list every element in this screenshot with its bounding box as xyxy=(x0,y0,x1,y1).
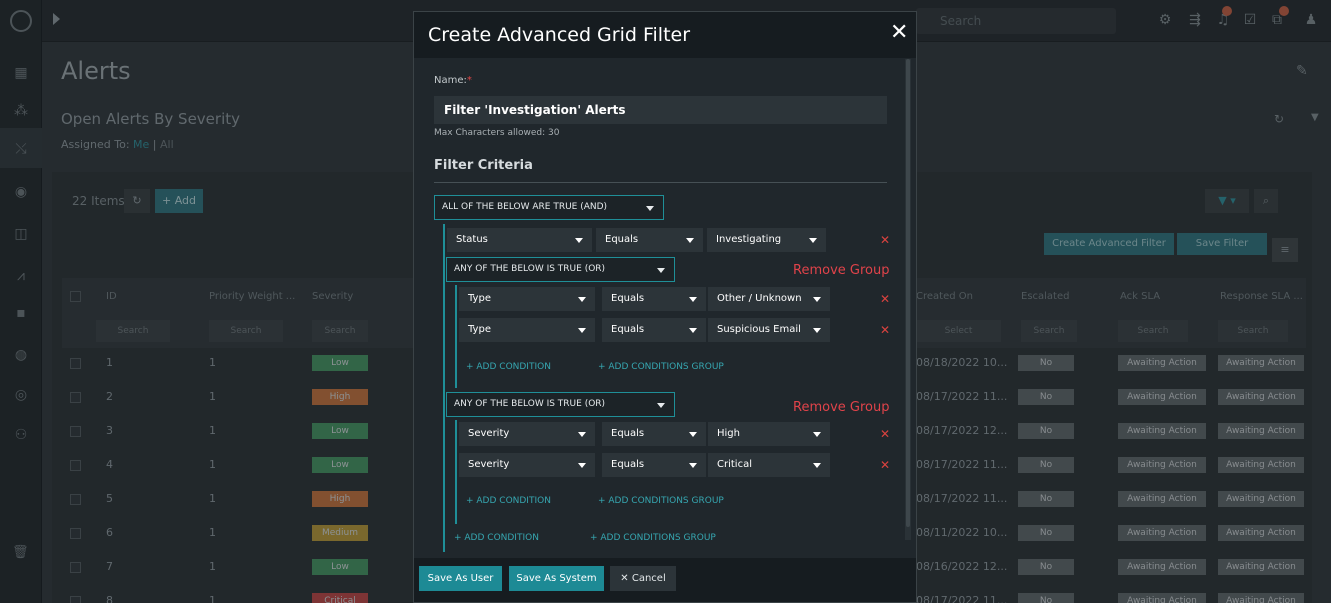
chevron-down-icon xyxy=(689,463,697,468)
group-2-condition-1-field-select[interactable]: Severity xyxy=(459,422,595,446)
group-1-operator-label: ANY OF THE BELOW IS TRUE (OR) xyxy=(454,264,606,274)
remove-condition-icon[interactable]: ✕ xyxy=(880,233,890,247)
chevron-down-icon xyxy=(657,268,665,273)
remove-condition-icon[interactable]: ✕ xyxy=(880,427,890,441)
root-condition-value-label: Investigating xyxy=(716,234,782,245)
root-condition-value-select[interactable]: Investigating xyxy=(707,228,826,252)
group-2-condition-1-value-label: High xyxy=(717,428,740,439)
group-1-condition-1-operator-label: Equals xyxy=(611,293,645,304)
chevron-down-icon xyxy=(578,297,586,302)
modal-header: Create Advanced Grid Filter ✕ xyxy=(414,12,916,58)
group-1-line xyxy=(455,285,457,388)
group-2-condition-2-operator-select[interactable]: Equals xyxy=(602,453,706,477)
group-1-operator-select[interactable]: ANY OF THE BELOW IS TRUE (OR) xyxy=(446,257,675,282)
chevron-down-icon xyxy=(809,238,817,243)
remove-condition-icon[interactable]: ✕ xyxy=(880,458,890,472)
chevron-down-icon xyxy=(689,297,697,302)
group-1-condition-1-value-select[interactable]: Other / Unknown xyxy=(708,287,830,311)
root-condition-operator-label: Equals xyxy=(605,234,639,245)
required-marker: * xyxy=(466,75,472,86)
root-condition-field-label: Status xyxy=(456,234,488,245)
group-2-operator-select[interactable]: ANY OF THE BELOW IS TRUE (OR) xyxy=(446,392,675,417)
cancel-button[interactable]: ✕ Cancel xyxy=(610,566,676,591)
group-1-condition-2-value-label: Suspicious Email xyxy=(717,324,801,335)
chevron-down-icon xyxy=(578,328,586,333)
group-2-condition-1-operator-select[interactable]: Equals xyxy=(602,422,706,446)
group-2-operator-label: ANY OF THE BELOW IS TRUE (OR) xyxy=(454,399,606,409)
save-as-user-button[interactable]: Save As User xyxy=(419,566,502,591)
modal-scroll-thumb[interactable] xyxy=(906,59,910,527)
chevron-down-icon xyxy=(686,238,694,243)
group-1-condition-1-field-label: Type xyxy=(468,293,491,304)
group-2-condition-2-value-label: Critical xyxy=(717,459,752,470)
group-1-condition-2-operator-label: Equals xyxy=(611,324,645,335)
chevron-down-icon xyxy=(646,206,654,211)
chevron-down-icon xyxy=(578,463,586,468)
group-2-condition-2-operator-label: Equals xyxy=(611,459,645,470)
group-2-remove-button[interactable]: Remove Group xyxy=(793,400,889,415)
chevron-down-icon xyxy=(813,463,821,468)
group-2-condition-2-field-select[interactable]: Severity xyxy=(459,453,595,477)
group-2-line xyxy=(455,420,457,524)
chevron-down-icon xyxy=(689,432,697,437)
group-1-add-conditions-group-link[interactable]: + ADD CONDITIONS GROUP xyxy=(598,362,724,372)
advanced-filter-modal: Create Advanced Grid Filter ✕ Name:* Max… xyxy=(413,11,917,603)
name-label-text: Name: xyxy=(434,75,467,86)
filter-name-input[interactable] xyxy=(434,96,887,124)
group-1-add-condition-link[interactable]: + ADD CONDITION xyxy=(466,362,551,372)
chevron-down-icon xyxy=(575,238,583,243)
max-chars-hint: Max Characters allowed: 30 xyxy=(434,128,560,138)
root-group-operator-select[interactable]: ALL OF THE BELOW ARE TRUE (AND) xyxy=(434,195,664,220)
group-2-condition-1-operator-label: Equals xyxy=(611,428,645,439)
filter-criteria-divider xyxy=(434,182,887,183)
filter-criteria-title: Filter Criteria xyxy=(434,158,533,173)
chevron-down-icon xyxy=(813,328,821,333)
remove-condition-icon[interactable]: ✕ xyxy=(880,323,890,337)
root-add-conditions-group-link[interactable]: + ADD CONDITIONS GROUP xyxy=(590,533,716,543)
group-1-condition-2-field-select[interactable]: Type xyxy=(459,318,595,342)
chevron-down-icon xyxy=(578,432,586,437)
group-2-condition-1-field-label: Severity xyxy=(468,428,510,439)
remove-condition-icon[interactable]: ✕ xyxy=(880,292,890,306)
root-condition-operator-select[interactable]: Equals xyxy=(596,228,703,252)
root-add-condition-link[interactable]: + ADD CONDITION xyxy=(454,533,539,543)
close-icon[interactable]: ✕ xyxy=(890,22,908,44)
group-1-condition-1-operator-select[interactable]: Equals xyxy=(602,287,706,311)
save-as-system-button[interactable]: Save As System xyxy=(509,566,604,591)
group-1-condition-2-operator-select[interactable]: Equals xyxy=(602,318,706,342)
root-group-operator-label: ALL OF THE BELOW ARE TRUE (AND) xyxy=(442,202,608,212)
modal-title: Create Advanced Grid Filter xyxy=(428,24,691,46)
root-group-line xyxy=(443,224,445,552)
group-1-condition-2-field-label: Type xyxy=(468,324,491,335)
chevron-down-icon xyxy=(657,403,665,408)
chevron-down-icon xyxy=(689,328,697,333)
root-condition-field-select[interactable]: Status xyxy=(447,228,592,252)
chevron-down-icon xyxy=(813,297,821,302)
group-2-add-conditions-group-link[interactable]: + ADD CONDITIONS GROUP xyxy=(598,496,724,506)
group-1-condition-2-value-select[interactable]: Suspicious Email xyxy=(708,318,830,342)
group-2-condition-2-value-select[interactable]: Critical xyxy=(708,453,830,477)
name-label: Name:* xyxy=(434,75,472,86)
group-2-condition-2-field-label: Severity xyxy=(468,459,510,470)
chevron-down-icon xyxy=(813,432,821,437)
group-1-condition-1-value-label: Other / Unknown xyxy=(717,293,802,304)
group-2-condition-1-value-select[interactable]: High xyxy=(708,422,830,446)
group-1-remove-button[interactable]: Remove Group xyxy=(793,263,889,278)
group-2-add-condition-link[interactable]: + ADD CONDITION xyxy=(466,496,551,506)
group-1-condition-1-field-select[interactable]: Type xyxy=(459,287,595,311)
